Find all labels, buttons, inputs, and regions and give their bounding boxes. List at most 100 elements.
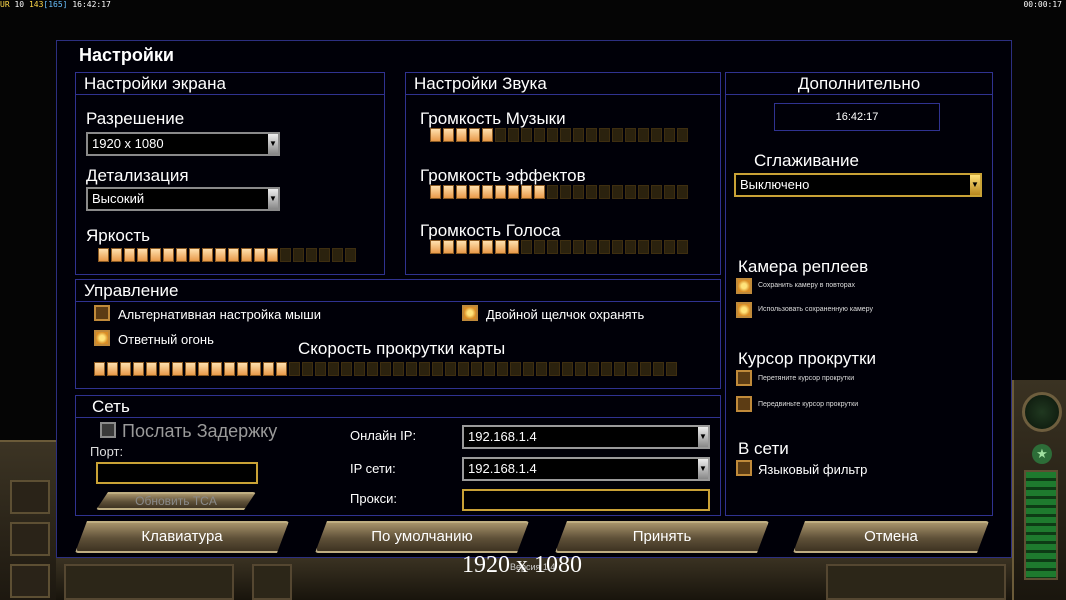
slider-segment[interactable] <box>469 240 480 254</box>
slider-segment[interactable] <box>124 248 135 262</box>
slider-segment[interactable] <box>341 362 352 376</box>
slider-segment[interactable] <box>172 362 183 376</box>
slider-segment[interactable] <box>328 362 339 376</box>
antialiasing-select[interactable]: Выключено ▼ <box>734 173 982 197</box>
slider-segment[interactable] <box>332 248 343 262</box>
slider-segment[interactable] <box>198 362 209 376</box>
slider-segment[interactable] <box>302 362 313 376</box>
slider-segment[interactable] <box>547 128 558 142</box>
hud-panel[interactable] <box>252 564 292 600</box>
slider-segment[interactable] <box>508 240 519 254</box>
slider-segment[interactable] <box>521 128 532 142</box>
radar-icon[interactable] <box>1022 392 1062 432</box>
slider-segment[interactable] <box>393 362 404 376</box>
slider-segment[interactable] <box>150 248 161 262</box>
slider-segment[interactable] <box>458 362 469 376</box>
slider-segment[interactable] <box>599 185 610 199</box>
slider-segment[interactable] <box>146 362 157 376</box>
slider-segment[interactable] <box>267 248 278 262</box>
slider-segment[interactable] <box>638 240 649 254</box>
slider-segment[interactable] <box>250 362 261 376</box>
slider-segment[interactable] <box>263 362 274 376</box>
slider-segment[interactable] <box>484 362 495 376</box>
slider-segment[interactable] <box>443 128 454 142</box>
slider-segment[interactable] <box>133 362 144 376</box>
slider-segment[interactable] <box>237 362 248 376</box>
slider-segment[interactable] <box>430 128 441 142</box>
slider-segment[interactable] <box>469 185 480 199</box>
slider-segment[interactable] <box>625 128 636 142</box>
keyboard-button[interactable]: Клавиатура <box>75 521 289 553</box>
slider-segment[interactable] <box>495 128 506 142</box>
slider-segment[interactable] <box>586 240 597 254</box>
slider-segment[interactable] <box>664 240 675 254</box>
slider-segment[interactable] <box>640 362 651 376</box>
use-saved-camera-checkbox[interactable] <box>736 302 752 318</box>
cancel-button[interactable]: Отмена <box>793 521 989 553</box>
slider-segment[interactable] <box>176 248 187 262</box>
slider-segment[interactable] <box>280 248 291 262</box>
slider-segment[interactable] <box>573 185 584 199</box>
slider-segment[interactable] <box>319 248 330 262</box>
slider-segment[interactable] <box>419 362 430 376</box>
slider-segment[interactable] <box>586 128 597 142</box>
slider-segment[interactable] <box>495 240 506 254</box>
slider-segment[interactable] <box>625 185 636 199</box>
drag-cursor-checkbox[interactable] <box>736 370 752 386</box>
slider-segment[interactable] <box>241 248 252 262</box>
slider-segment[interactable] <box>523 362 534 376</box>
double-click-checkbox[interactable] <box>462 305 478 321</box>
slider-segment[interactable] <box>406 362 417 376</box>
brightness-slider[interactable] <box>98 248 356 262</box>
slider-segment[interactable] <box>653 362 664 376</box>
slider-segment[interactable] <box>456 128 467 142</box>
slider-segment[interactable] <box>482 240 493 254</box>
slider-segment[interactable] <box>306 248 317 262</box>
slider-segment[interactable] <box>588 362 599 376</box>
move-cursor-checkbox[interactable] <box>736 396 752 412</box>
music-volume-slider[interactable] <box>430 128 688 142</box>
slider-segment[interactable] <box>163 248 174 262</box>
resolution-select[interactable]: 1920 x 1080 ▼ <box>86 132 280 156</box>
slider-segment[interactable] <box>612 185 623 199</box>
slider-segment[interactable] <box>677 185 688 199</box>
slider-segment[interactable] <box>471 362 482 376</box>
slider-segment[interactable] <box>107 362 118 376</box>
slider-segment[interactable] <box>276 362 287 376</box>
slider-segment[interactable] <box>345 248 356 262</box>
slider-segment[interactable] <box>562 362 573 376</box>
hud-slot[interactable] <box>10 564 50 598</box>
slider-segment[interactable] <box>159 362 170 376</box>
slider-segment[interactable] <box>443 240 454 254</box>
slider-segment[interactable] <box>445 362 456 376</box>
slider-segment[interactable] <box>666 362 677 376</box>
slider-segment[interactable] <box>560 128 571 142</box>
effects-volume-slider[interactable] <box>430 185 688 199</box>
detail-select[interactable]: Высокий ▼ <box>86 187 280 211</box>
slider-segment[interactable] <box>137 248 148 262</box>
slider-segment[interactable] <box>547 185 558 199</box>
slider-segment[interactable] <box>534 240 545 254</box>
slider-segment[interactable] <box>638 185 649 199</box>
save-camera-checkbox[interactable] <box>736 278 752 294</box>
slider-segment[interactable] <box>94 362 105 376</box>
slider-segment[interactable] <box>202 248 213 262</box>
slider-segment[interactable] <box>534 128 545 142</box>
slider-segment[interactable] <box>677 128 688 142</box>
slider-segment[interactable] <box>456 185 467 199</box>
slider-segment[interactable] <box>625 240 636 254</box>
slider-segment[interactable] <box>586 185 597 199</box>
slider-segment[interactable] <box>599 128 610 142</box>
slider-segment[interactable] <box>495 185 506 199</box>
slider-segment[interactable] <box>482 185 493 199</box>
slider-segment[interactable] <box>367 362 378 376</box>
send-delay-checkbox[interactable] <box>100 422 116 438</box>
slider-segment[interactable] <box>536 362 547 376</box>
slider-segment[interactable] <box>456 240 467 254</box>
slider-segment[interactable] <box>601 362 612 376</box>
slider-segment[interactable] <box>254 248 265 262</box>
slider-segment[interactable] <box>614 362 625 376</box>
slider-segment[interactable] <box>651 128 662 142</box>
slider-segment[interactable] <box>293 248 304 262</box>
slider-segment[interactable] <box>430 185 441 199</box>
